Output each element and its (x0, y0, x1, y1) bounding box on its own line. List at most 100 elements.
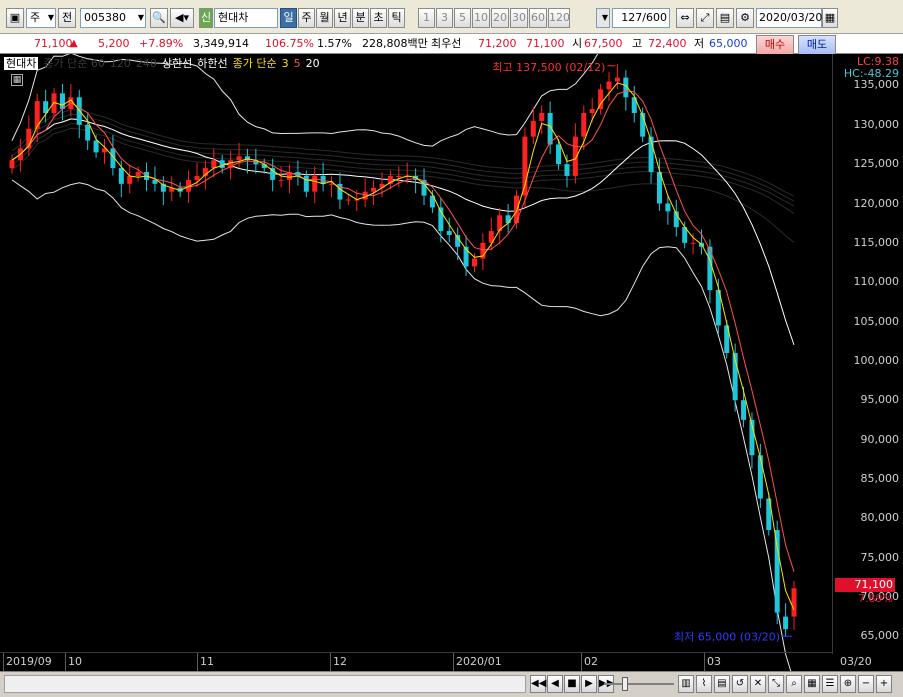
high-price: 72,400 (648, 37, 687, 50)
zoom-slider[interactable] (604, 675, 674, 693)
y-tick-label: 120,000 (853, 196, 900, 210)
speaker-icon[interactable]: ◀▾ (170, 8, 194, 28)
open-label: 시 (572, 37, 583, 50)
count-value: 127 (621, 11, 643, 24)
last-price-tag: 71,100 (835, 578, 895, 592)
slider-handle[interactable] (622, 677, 628, 691)
high-annotation: 최고 137,500 (02/12) (492, 61, 605, 74)
buy-button[interactable]: 매수 (756, 35, 794, 55)
stock-name-display[interactable]: 현대차 (214, 8, 278, 28)
stock-code-input[interactable]: 005380 ▼ (80, 8, 146, 28)
table-icon[interactable]: ▦ (804, 675, 820, 693)
chart-plot-area[interactable]: 최고 137,500 (02/12) 최저 65,000 (03/20) (0, 54, 832, 671)
interval-dropdown[interactable]: ▼ (596, 8, 610, 28)
candle-body (278, 179, 284, 181)
line-icon[interactable]: ⌇ (696, 675, 712, 693)
chevron-down-icon: ▼ (137, 13, 144, 22)
period-button-6[interactable]: 틱 (388, 8, 405, 28)
period-button-0[interactable]: 일 (280, 8, 297, 28)
scroll-button-0[interactable]: ◀◀ (530, 675, 546, 693)
turnover: 1.57% (317, 37, 352, 50)
price-chart[interactable]: 최고 137,500 (02/12) 최저 65,000 (03/20) 현대차 종… (0, 54, 903, 672)
y-tick-label: 125,000 (853, 157, 900, 171)
legend-item-5: 하한선 (197, 57, 228, 70)
best-ask: 71,200 (478, 37, 517, 50)
candle-body (556, 144, 562, 165)
interval-button-3[interactable]: 10 (472, 8, 490, 28)
period-button-5[interactable]: 초 (370, 8, 387, 28)
interval-button-0[interactable]: 1 (418, 8, 435, 28)
chart-type-icon[interactable]: ▣ (6, 8, 24, 28)
fit-icon[interactable]: ⤡ (768, 675, 784, 693)
reset-icon[interactable]: ↺ (732, 675, 748, 693)
ma3-line (11, 82, 795, 611)
date-input[interactable]: 2020/03/20 (756, 8, 822, 28)
date-value: 2020/03/20 (759, 11, 823, 24)
low-label: 저 (694, 37, 705, 50)
market-select[interactable]: 주 ▼ (26, 8, 56, 28)
list-icon[interactable]: ☰ (822, 675, 838, 693)
period-button-3[interactable]: 년 (334, 8, 351, 28)
cross-icon[interactable]: ✕ (750, 675, 766, 693)
interval-button-1[interactable]: 3 (436, 8, 453, 28)
prefix-button[interactable]: 전 (58, 8, 76, 28)
period-button-1[interactable]: 주 (298, 8, 315, 28)
period-button-4[interactable]: 분 (352, 8, 369, 28)
candle-body (589, 109, 595, 114)
quote-info-row: 71,100 ▲ 5,200 +7.89% 3,349,914 106.75% … (0, 34, 903, 55)
candle-body (9, 160, 15, 169)
search-icon[interactable]: 🔍 (150, 8, 168, 28)
candle-body (522, 136, 528, 196)
scroll-track[interactable] (4, 675, 526, 693)
move-icon[interactable]: ⇔ (676, 8, 694, 28)
bar-icon[interactable]: ▤ (714, 675, 730, 693)
grid-icon[interactable]: ▦ (11, 74, 23, 86)
interval-button-4[interactable]: 20 (491, 8, 509, 28)
zoom-icon[interactable]: ⤢ (696, 8, 714, 28)
chart-scrollbar: ◀◀◀■▶▶▶ ▥ ⌇ ▤ ↺ ✕ ⤡ ⌕ ▦ ☰ ⊕ − + (0, 671, 903, 697)
minus-icon[interactable]: − (858, 675, 874, 693)
candle-body (345, 199, 351, 201)
price-change-pct: +7.89% (139, 37, 184, 50)
settings-icon[interactable]: ⚙ (736, 8, 754, 28)
sell-button[interactable]: 매도 (798, 35, 836, 55)
x-axis: 2019/09 10 11 12 2020/01 02 03 03/20 (0, 652, 872, 672)
stock-name: 현대차 (218, 11, 249, 24)
calendar-icon[interactable]: ▦ (822, 8, 838, 28)
scroll-button-1[interactable]: ◀ (547, 675, 563, 693)
candle-body (774, 530, 780, 613)
scroll-button-3[interactable]: ▶ (581, 675, 597, 693)
x-axis-separator (704, 653, 705, 672)
candle-body (471, 258, 477, 267)
candle-body (606, 81, 612, 90)
plus-icon[interactable]: + (876, 675, 892, 693)
interval-button-5[interactable]: 30 (510, 8, 528, 28)
x-axis-separator (330, 653, 331, 672)
candle-icon[interactable]: ▥ (678, 675, 694, 693)
interval-button-7[interactable]: 120 (548, 8, 570, 28)
y-tick-label: 110,000 (853, 275, 900, 289)
x-tick-label: 2020/01 (456, 655, 502, 668)
search-icon[interactable]: ⌕ (786, 675, 802, 693)
zoom-in-icon[interactable]: ⊕ (840, 675, 856, 693)
open-price: 67,500 (584, 37, 623, 50)
y-tick-label: 130,000 (853, 117, 900, 131)
candle-body (59, 93, 65, 110)
trade-amount: 228,808백만 (362, 37, 428, 50)
candle-body (741, 400, 747, 420)
legend-item-9: 20 (305, 57, 320, 70)
chevron-down-icon: ▼ (601, 13, 608, 22)
high-label: 고 (632, 37, 643, 50)
scroll-button-2[interactable]: ■ (564, 675, 580, 693)
candle-body (34, 101, 40, 129)
candle-body (85, 124, 91, 141)
candle-body (329, 183, 335, 185)
candle-body (446, 231, 452, 235)
period-button-2[interactable]: 월 (316, 8, 333, 28)
save-icon[interactable]: ▤ (716, 8, 734, 28)
interval-button-2[interactable]: 5 (454, 8, 471, 28)
count-field[interactable]: 127/600 (612, 8, 670, 28)
interval-button-6[interactable]: 60 (529, 8, 547, 28)
candle-body (396, 175, 402, 177)
low-annotation: 최저 65,000 (03/20) (674, 630, 780, 643)
